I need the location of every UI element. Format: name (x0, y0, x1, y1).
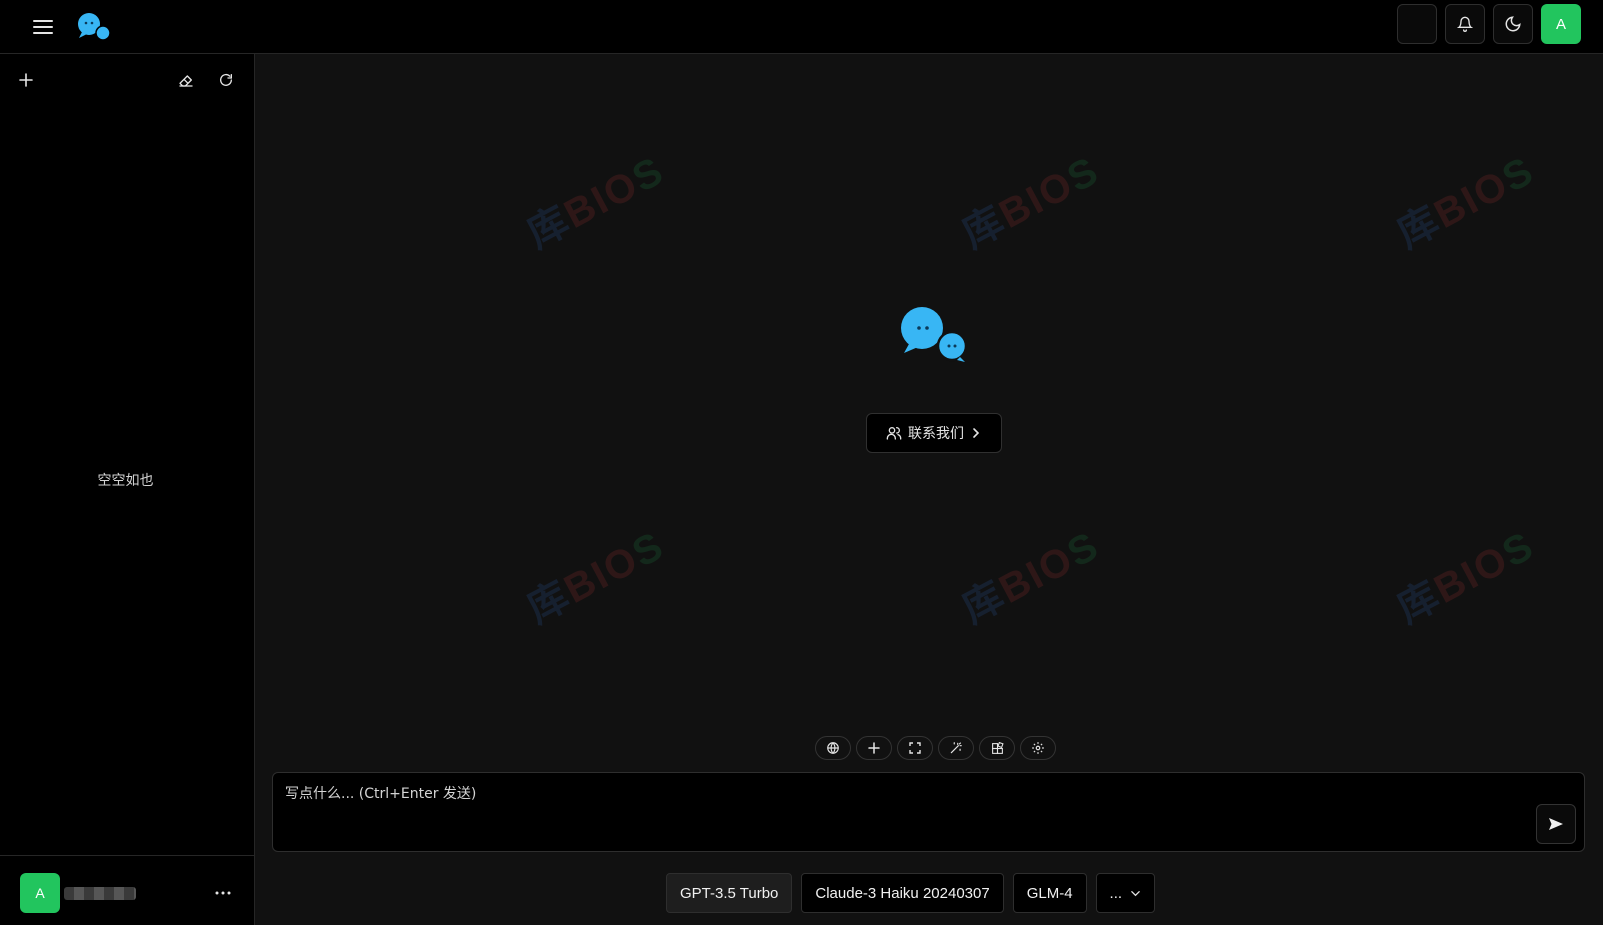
model-label: GPT-3.5 Turbo (680, 884, 779, 902)
message-input[interactable] (273, 773, 1584, 851)
chevron-right-icon (973, 428, 980, 438)
plus-icon (19, 73, 33, 87)
sidebar-user-footer: A (0, 855, 254, 925)
gear-icon (1032, 742, 1044, 754)
menu-button[interactable] (28, 12, 58, 42)
users-icon (886, 427, 902, 440)
sidebar-user-avatar[interactable]: A (20, 873, 60, 913)
magic-prompt-button[interactable] (938, 736, 974, 760)
user-avatar[interactable]: A (1541, 4, 1581, 44)
refresh-button[interactable] (212, 66, 240, 94)
model-label: Claude-3 Haiku 20240307 (815, 884, 990, 902)
sidebar: 空空如也 A (0, 54, 255, 925)
empty-state-text: 空空如也 (97, 473, 154, 489)
welcome-logo (899, 306, 969, 364)
chat-main: 联系我们 GPT-3.5 Turbo Claude-3 Haiku 202403… (255, 54, 1603, 925)
fullscreen-button[interactable] (897, 736, 933, 760)
moon-icon (1505, 16, 1521, 32)
top-header: A (0, 0, 1603, 54)
send-button[interactable] (1536, 804, 1576, 844)
model-option-gpt35[interactable]: GPT-3.5 Turbo (666, 873, 793, 913)
eraser-icon (179, 75, 193, 87)
model-label: GLM-4 (1026, 884, 1073, 902)
chat-bubbles-icon (901, 307, 968, 362)
refresh-icon (220, 73, 232, 86)
chat-bubbles-icon (78, 13, 111, 41)
input-toolbar (815, 736, 1056, 760)
web-search-button[interactable] (815, 736, 851, 760)
contact-us-button[interactable]: 联系我们 (866, 413, 1002, 453)
model-option-glm4[interactable]: GLM-4 (1012, 873, 1087, 913)
attach-button[interactable] (856, 736, 892, 760)
model-option-claude3-haiku[interactable]: Claude-3 Haiku 20240307 (801, 873, 1004, 913)
theme-toggle-button[interactable] (1493, 4, 1533, 44)
send-icon (1549, 818, 1563, 830)
plus-icon (868, 742, 880, 754)
bell-icon (1457, 16, 1473, 32)
more-options-button[interactable] (210, 880, 236, 906)
notification-button[interactable] (1445, 4, 1485, 44)
apps-icon (991, 741, 1004, 754)
settings-button[interactable] (1020, 736, 1056, 760)
hamburger-icon (33, 20, 53, 34)
more-models-dropdown[interactable]: ... (1095, 873, 1156, 913)
contact-us-label: 联系我们 (908, 426, 964, 442)
chevron-down-icon (1131, 890, 1140, 896)
model-selector: GPT-3.5 Turbo Claude-3 Haiku 20240307 GL… (666, 873, 1156, 913)
plugins-button[interactable] (979, 736, 1015, 760)
globe-icon (827, 742, 839, 754)
message-input-box (272, 772, 1585, 852)
redacted-username (64, 887, 136, 900)
app-logo[interactable] (76, 12, 112, 42)
ellipsis-icon (215, 891, 231, 895)
more-models-label: ... (1109, 884, 1123, 902)
clear-chats-button[interactable] (172, 66, 200, 94)
magic-wand-icon (950, 742, 962, 754)
new-chat-button[interactable] (12, 66, 40, 94)
blank-header-button[interactable] (1397, 4, 1437, 44)
expand-icon (909, 742, 921, 754)
